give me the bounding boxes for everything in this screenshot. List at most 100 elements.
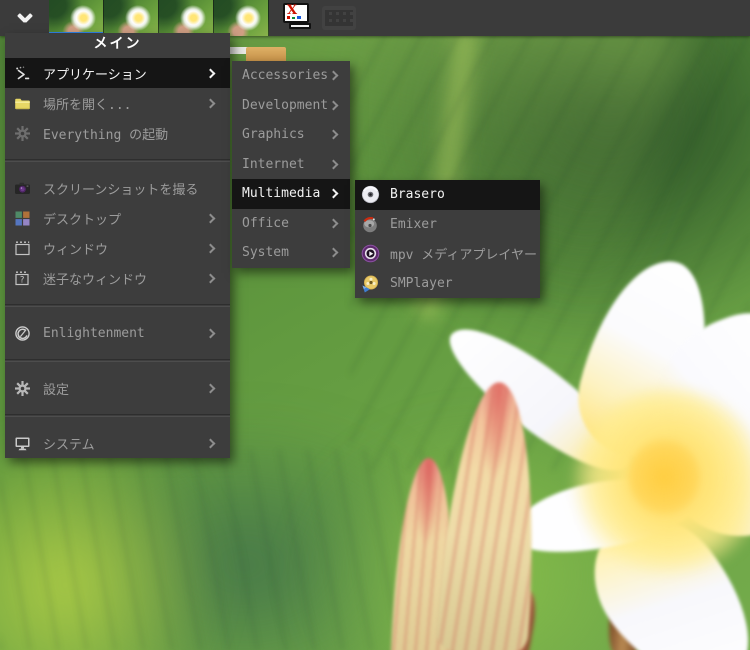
menu-separator bbox=[5, 403, 230, 428]
menu-item-label: SMPlayer bbox=[390, 275, 453, 291]
application-menu-items: Brasero Emixer mpv メディアプレイヤー SMPlayer bbox=[355, 180, 540, 298]
menu-item-applications[interactable]: アプリケーション bbox=[5, 58, 230, 88]
window-icon bbox=[14, 240, 31, 257]
menu-item-label: Brasero bbox=[390, 187, 445, 203]
menu-item-internet[interactable]: Internet bbox=[232, 150, 350, 180]
chevron-right-icon bbox=[328, 247, 339, 258]
menu-item-mpv[interactable]: mpv メディアプレイヤー bbox=[355, 239, 540, 269]
menu-item-label: Accessories bbox=[242, 68, 329, 84]
chevron-right-icon bbox=[328, 188, 339, 199]
main-menu-items: アプリケーション 場所を開く... Everything の起動スクリーンショットを… bbox=[5, 58, 230, 458]
chevron-right-icon bbox=[205, 213, 216, 223]
chevron-right-icon bbox=[205, 273, 216, 283]
menu-item-desktop[interactable]: デスクトップ bbox=[5, 203, 230, 233]
window-thumbnail[interactable] bbox=[159, 0, 214, 36]
menu-item-label: Multimedia bbox=[242, 186, 321, 202]
menu-item-label: アプリケーション bbox=[43, 67, 147, 83]
window-thumbnail[interactable] bbox=[104, 0, 159, 36]
menu-item-label: システム bbox=[43, 437, 95, 453]
menu-item-label: 場所を開く... bbox=[43, 97, 132, 113]
xterm-icon[interactable]: X bbox=[283, 3, 315, 33]
menu-item-lost-windows[interactable]: ? 迷子なウィンドウ bbox=[5, 263, 230, 293]
system-monitor-icon bbox=[14, 435, 31, 452]
window-thumbnail[interactable] bbox=[49, 0, 104, 36]
menu-item-windows[interactable]: ウィンドウ bbox=[5, 233, 230, 263]
menu-separator bbox=[5, 348, 230, 373]
folder-icon bbox=[14, 95, 31, 112]
chevron-right-icon bbox=[205, 68, 216, 78]
chevron-right-icon bbox=[328, 218, 339, 229]
xterm-keyboard-base bbox=[289, 23, 311, 29]
chevron-right-icon bbox=[205, 328, 216, 338]
menu-item-system[interactable]: システム bbox=[5, 428, 230, 458]
everything-gear-icon bbox=[14, 125, 31, 142]
menu-item-label: Enlightenment bbox=[43, 325, 145, 341]
brasero-disc-icon bbox=[361, 185, 380, 204]
chevron-down-icon bbox=[17, 13, 33, 23]
leaf-highlight bbox=[0, 430, 220, 650]
taskbar-window-list bbox=[49, 0, 269, 36]
menu-item-label: mpv メディアプレイヤー bbox=[390, 248, 538, 264]
menu-item-multimedia[interactable]: Multimedia bbox=[232, 179, 350, 209]
chevron-right-icon bbox=[328, 70, 339, 81]
menu-item-take-screenshot[interactable]: スクリーンショットを撮る bbox=[5, 173, 230, 203]
emixer-mixer-icon bbox=[361, 215, 380, 234]
xterm-mark bbox=[292, 17, 295, 19]
menu-item-label: デスクトップ bbox=[43, 212, 122, 228]
menu-item-enlightenment[interactable]: Enlightenment bbox=[5, 318, 230, 348]
menu-item-label: Graphics bbox=[242, 127, 305, 143]
menu-item-label: Emixer bbox=[390, 216, 437, 232]
menu-separator bbox=[5, 148, 230, 173]
mpv-player-icon bbox=[361, 244, 380, 263]
menu-item-development[interactable]: Development bbox=[232, 91, 350, 121]
menu-item-brasero[interactable]: Brasero bbox=[355, 180, 540, 210]
chevron-right-icon bbox=[205, 243, 216, 253]
menu-item-label: Development bbox=[242, 97, 329, 113]
menu-item-label: System bbox=[242, 245, 289, 261]
menu-item-label: Office bbox=[242, 215, 289, 231]
menu-separator bbox=[5, 293, 230, 318]
menu-item-office[interactable]: Office bbox=[232, 209, 350, 239]
main-menu: メイン アプリケーション 場所を開く... Everything の起動スクリーンシ… bbox=[5, 33, 230, 458]
enlightenment-icon bbox=[14, 325, 31, 342]
menu-item-run-everything[interactable]: Everything の起動 bbox=[5, 118, 230, 148]
chevron-right-icon bbox=[328, 159, 339, 170]
menu-item-label: 設定 bbox=[43, 382, 70, 398]
menu-item-label: 迷子なウィンドウ bbox=[43, 272, 148, 288]
settings-gear-icon bbox=[14, 380, 31, 397]
category-menu-items: Accessories Development Graphics Internet Mu… bbox=[232, 61, 350, 268]
menu-item-label: Internet bbox=[242, 156, 305, 172]
category-submenu: Accessories Development Graphics Internet Mu… bbox=[232, 61, 350, 268]
application-submenu: Brasero Emixer mpv メディアプレイヤー SMPlayer bbox=[355, 180, 540, 298]
window-thumbnail[interactable] bbox=[214, 0, 269, 36]
svg-text:?: ? bbox=[19, 275, 24, 285]
lost-window-icon: ? bbox=[14, 270, 31, 287]
menu-item-open-location[interactable]: 場所を開く... bbox=[5, 88, 230, 118]
flower-center bbox=[628, 438, 700, 516]
chevron-right-icon bbox=[205, 438, 216, 448]
smplayer-icon bbox=[361, 274, 380, 293]
menu-item-emixer[interactable]: Emixer bbox=[355, 210, 540, 240]
xterm-mark bbox=[297, 16, 301, 19]
menu-item-settings[interactable]: 設定 bbox=[5, 373, 230, 403]
keyboard-icon[interactable] bbox=[322, 6, 356, 30]
desktop-pager-icon bbox=[14, 210, 31, 227]
top-panel: X bbox=[0, 0, 750, 36]
menu-item-system-cat[interactable]: System bbox=[232, 238, 350, 268]
menu-item-label: スクリーンショットを撮る bbox=[43, 182, 199, 198]
menu-item-label: Everything の起動 bbox=[43, 127, 169, 143]
chevron-right-icon bbox=[328, 100, 339, 111]
chevron-right-icon bbox=[328, 129, 339, 140]
applications-icon bbox=[14, 65, 31, 82]
xterm-mark bbox=[287, 16, 290, 19]
chevron-right-icon bbox=[205, 98, 216, 108]
menu-title: メイン bbox=[93, 36, 142, 52]
desktop-screen: X メイン アプリケーション 場所を開く... Everything の起動スクリー… bbox=[0, 0, 750, 650]
menu-item-graphics[interactable]: Graphics bbox=[232, 120, 350, 150]
menu-button[interactable] bbox=[0, 0, 49, 36]
menu-item-accessories[interactable]: Accessories bbox=[232, 61, 350, 91]
menu-item-smplayer[interactable]: SMPlayer bbox=[355, 269, 540, 299]
chevron-right-icon bbox=[205, 383, 216, 393]
screenshot-camera-icon bbox=[14, 180, 31, 197]
menu-item-label: ウィンドウ bbox=[43, 242, 109, 258]
